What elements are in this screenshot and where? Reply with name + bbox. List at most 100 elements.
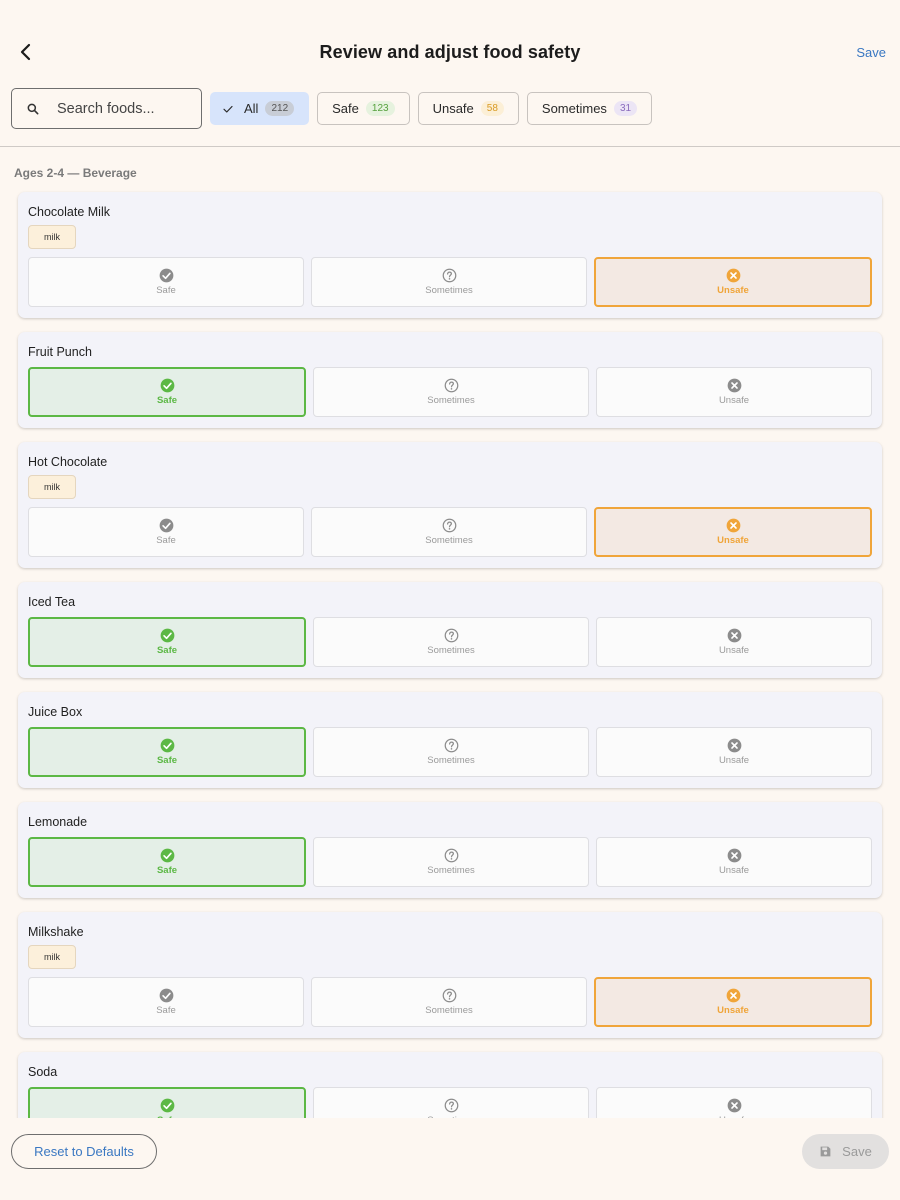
filter-chip-sometimes[interactable]: Sometimes 31 [526, 92, 653, 125]
header-save-button[interactable]: Save [856, 45, 886, 60]
option-sometimes[interactable]: Sometimes [313, 727, 589, 777]
food-name: Juice Box [28, 705, 83, 719]
section-header: Ages 2-4 — Beverage [14, 166, 137, 180]
option-label: Sometimes [425, 285, 473, 296]
check-icon [223, 105, 233, 113]
filter-chip-all[interactable]: All 212 [210, 92, 310, 125]
option-label: Unsafe [717, 1005, 749, 1016]
safety-options: Safe Sometimes Unsafe [28, 727, 872, 777]
option-label: Safe [156, 395, 178, 406]
safety-options: Safe Sometimes Unsafe [28, 977, 872, 1027]
food-name: Soda [28, 1065, 58, 1079]
reset-defaults-button[interactable]: Reset to Defaults [11, 1134, 157, 1169]
filter-chip-label: All [244, 101, 259, 116]
option-label: Unsafe [718, 395, 750, 406]
option-safe[interactable]: Safe [28, 727, 306, 777]
food-card: Hot Chocolate milk Safe Sometimes Unsafe [18, 442, 882, 568]
filter-count-badge: 212 [265, 101, 295, 116]
option-label: Safe [156, 865, 178, 876]
food-name: Chocolate Milk [28, 205, 110, 219]
option-label: Unsafe [718, 645, 750, 656]
x-circle-icon [727, 1098, 742, 1113]
option-label: Sometimes [427, 645, 475, 656]
safety-options: Safe Sometimes Unsafe [28, 257, 872, 307]
search-field[interactable] [11, 88, 202, 129]
allergen-tag: milk [28, 945, 76, 969]
question-circle-icon [442, 268, 457, 283]
food-card: Soda SafeSometimesUnsafe [18, 1052, 882, 1118]
allergen-tag: milk [28, 475, 76, 499]
search-input[interactable] [57, 100, 187, 117]
save-button-label: Save [842, 1144, 872, 1159]
filter-chip-label: Sometimes [541, 101, 607, 116]
top-bar: Review and adjust food safety Save [0, 0, 900, 90]
option-unsafe[interactable]: Unsafe [594, 977, 872, 1027]
option-label: Sometimes [427, 395, 475, 406]
option-safe[interactable]: Safe [28, 1087, 306, 1118]
option-label: Sometimes [427, 865, 475, 876]
question-circle-icon [444, 1098, 459, 1113]
option-sometimes[interactable]: Sometimes [311, 977, 587, 1027]
food-card: Lemonade Safe Sometimes Unsafe [18, 802, 882, 898]
filter-chip-unsafe[interactable]: Unsafe 58 [417, 92, 519, 125]
option-label: Sometimes [425, 1005, 473, 1016]
safety-options: Safe Sometimes Unsafe [28, 837, 872, 887]
option-sometimes[interactable]: Sometimes [311, 507, 587, 557]
option-unsafe[interactable]: Unsafe [594, 507, 872, 557]
check-circle-icon [159, 518, 174, 533]
option-unsafe[interactable]: Unsafe [596, 367, 872, 417]
allergen-tag: milk [28, 225, 76, 249]
x-circle-icon [726, 988, 741, 1003]
option-label: Sometimes [427, 755, 475, 766]
x-circle-icon [727, 378, 742, 393]
option-label: Safe [156, 285, 176, 296]
food-card: Chocolate Milk milk Safe Sometimes Unsafe [18, 192, 882, 318]
option-safe[interactable]: Safe [28, 367, 306, 417]
option-sometimes[interactable]: Sometimes [313, 617, 589, 667]
x-circle-icon [727, 628, 742, 643]
check-circle-icon [159, 988, 174, 1003]
filter-count-badge: 58 [480, 101, 504, 116]
option-label: Unsafe [717, 535, 749, 546]
food-list[interactable]: Ages 2-4 — Beverage Chocolate Milk milk Sa… [0, 147, 900, 1118]
x-circle-icon [727, 848, 742, 863]
filter-count-badge: 31 [613, 101, 638, 116]
option-label: Safe [156, 1005, 176, 1016]
question-circle-icon [442, 518, 457, 533]
option-label: Safe [156, 755, 178, 766]
option-safe[interactable]: Safe [28, 507, 304, 557]
option-safe[interactable]: Safe [28, 977, 304, 1027]
option-sometimes[interactable]: Sometimes [313, 1087, 589, 1118]
option-label: Unsafe [718, 755, 750, 766]
option-unsafe[interactable]: Unsafe [594, 257, 872, 307]
option-label: Safe [156, 645, 178, 656]
food-name: Lemonade [28, 815, 88, 829]
option-safe[interactable]: Safe [28, 617, 306, 667]
filter-chip-safe[interactable]: Safe 123 [317, 92, 410, 125]
food-name: Fruit Punch [28, 345, 92, 359]
x-circle-icon [726, 268, 741, 283]
option-sometimes[interactable]: Sometimes [311, 257, 587, 307]
filter-chip-label: Unsafe [432, 101, 474, 116]
save-button[interactable]: Save [802, 1134, 889, 1169]
option-safe[interactable]: Safe [28, 257, 304, 307]
safety-options: SafeSometimesUnsafe [28, 1087, 872, 1118]
option-label: Sometimes [425, 535, 473, 546]
option-unsafe[interactable]: Unsafe [596, 617, 872, 667]
option-unsafe[interactable]: Unsafe [596, 727, 872, 777]
option-label: Unsafe [717, 285, 749, 296]
food-card: Milkshake milk Safe Sometimes Unsafe [18, 912, 882, 1038]
floppy-disk-icon [820, 1146, 831, 1157]
check-circle-icon [160, 848, 175, 863]
option-unsafe[interactable]: Unsafe [596, 1087, 872, 1118]
option-label: Unsafe [718, 865, 750, 876]
option-label: Safe [156, 535, 176, 546]
safety-options: Safe Sometimes Unsafe [28, 507, 872, 557]
question-circle-icon [442, 988, 457, 1003]
food-card: Fruit Punch Safe Sometimes Unsafe [18, 332, 882, 428]
option-safe[interactable]: Safe [28, 837, 306, 887]
option-unsafe[interactable]: Unsafe [596, 837, 872, 887]
option-sometimes[interactable]: Sometimes [313, 367, 589, 417]
filter-count-badge: 123 [365, 101, 395, 116]
option-sometimes[interactable]: Sometimes [313, 837, 589, 887]
